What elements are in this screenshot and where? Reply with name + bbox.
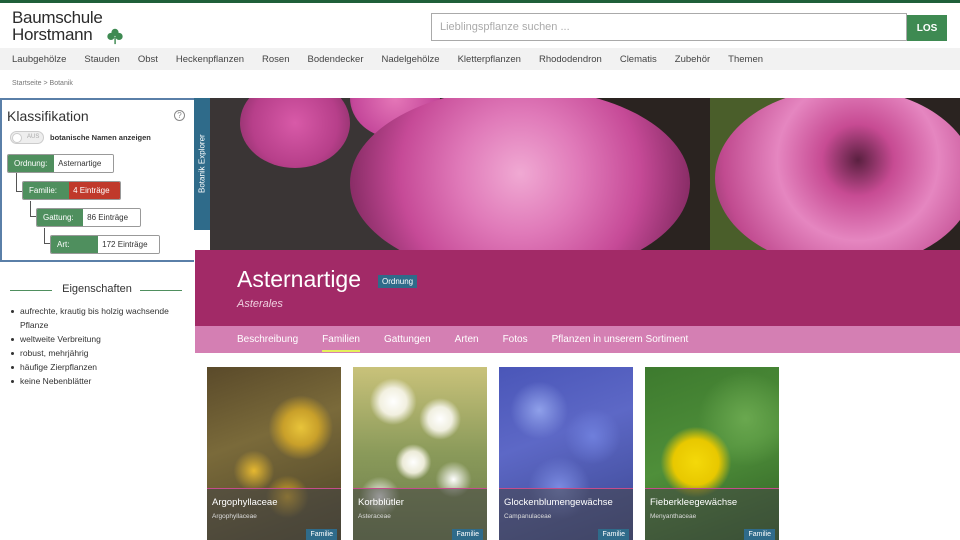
card-badge: Familie (598, 529, 629, 540)
family-card[interactable]: Argophyllaceae Argophyllaceae Familie (207, 367, 341, 540)
tree-row-familie[interactable]: Familie: 4 Einträge (22, 181, 121, 200)
card-scientific-name: Argophyllaceae (212, 513, 257, 520)
list-item: aufrechte, krautig bis holzig wachsende … (10, 304, 190, 332)
card-badge: Familie (306, 529, 337, 540)
tab-gattungen[interactable]: Gattungen (384, 334, 431, 345)
site-header: Baumschule Horstmann LOS (0, 3, 960, 48)
tree-value: Asternartige (54, 155, 113, 172)
title-band: Asternartige Ordnung Asterales (195, 250, 960, 326)
card-title: Glockenblumengewächse (504, 497, 613, 508)
family-card[interactable]: Glockenblumengewächse Campanulaceae Fami… (499, 367, 633, 540)
toggle-knob (12, 133, 22, 143)
classification-title: Klassifikation (7, 108, 89, 124)
tree-row-gattung[interactable]: Gattung: 86 Einträge (36, 208, 141, 227)
nav-item-clematis[interactable]: Clematis (620, 54, 657, 65)
tree-key: Familie: (23, 182, 70, 199)
tree-key: Ordnung: (8, 155, 55, 172)
logo-line-1: Baumschule (12, 8, 103, 27)
properties-title: Eigenschaften (62, 283, 132, 295)
card-scientific-name: Campanulaceae (504, 513, 552, 520)
list-item: häufige Zierpflanzen (10, 360, 190, 374)
nav-item-zubehoer[interactable]: Zubehör (675, 54, 710, 65)
logo[interactable]: Baumschule Horstmann (12, 8, 123, 47)
nav-item-obst[interactable]: Obst (138, 54, 158, 65)
card-scientific-name: Menyanthaceae (650, 513, 697, 520)
nav-item-nadelgehoelze[interactable]: Nadelgehölze (381, 54, 439, 65)
card-caption: Fieberkleegewächse Menyanthaceae Familie (645, 488, 779, 540)
nav-item-laubgehoelze[interactable]: Laubgehölze (12, 54, 66, 65)
main-nav: Laubgehölze Stauden Obst Heckenpflanzen … (0, 48, 960, 70)
properties-list: aufrechte, krautig bis holzig wachsende … (10, 304, 190, 388)
botanical-names-toggle[interactable]: AUS (10, 131, 44, 144)
nav-item-heckenpflanzen[interactable]: Heckenpflanzen (176, 54, 244, 65)
list-item: weltweite Verbreitung (10, 332, 190, 346)
card-title: Fieberkleegewächse (650, 497, 738, 508)
card-badge: Familie (452, 529, 483, 540)
nav-item-kletterpflanzen[interactable]: Kletterpflanzen (458, 54, 521, 65)
card-caption: Korbblütler Asteraceae Familie (353, 488, 487, 540)
scientific-name: Asterales (237, 298, 283, 310)
page-title: Asternartige (237, 266, 362, 292)
card-badge: Familie (744, 529, 775, 540)
rank-badge: Ordnung (378, 275, 418, 288)
search-box (431, 13, 907, 41)
classification-panel: Klassifikation ? AUS botanische Namen an… (0, 98, 194, 262)
clover-icon (107, 28, 123, 45)
card-title: Korbblütler (358, 497, 404, 508)
breadcrumb[interactable]: Startseite > Botanik (12, 80, 73, 87)
list-item: robust, mehrjährig (10, 346, 190, 360)
nav-item-stauden[interactable]: Stauden (84, 54, 119, 65)
tab-beschreibung[interactable]: Beschreibung (237, 334, 298, 345)
hero-image (210, 98, 960, 250)
tree-row-art[interactable]: Art: 172 Einträge (50, 235, 160, 254)
tab-arten[interactable]: Arten (455, 334, 479, 345)
nav-item-rhododendron[interactable]: Rhododendron (539, 54, 602, 65)
tab-sortiment[interactable]: Pflanzen in unserem Sortiment (552, 334, 689, 345)
search-button[interactable]: LOS (907, 15, 947, 41)
logo-line-2: Horstmann (12, 25, 93, 44)
card-scientific-name: Asteraceae (358, 513, 391, 520)
card-caption: Glockenblumengewächse Campanulaceae Fami… (499, 488, 633, 540)
nav-item-themen[interactable]: Themen (728, 54, 763, 65)
tree-key: Art: (51, 236, 99, 253)
tab-familien[interactable]: Familien (322, 334, 360, 352)
nav-item-bodendecker[interactable]: Bodendecker (308, 54, 364, 65)
toggle-label: botanische Namen anzeigen (50, 133, 151, 142)
flower-shape (350, 98, 690, 250)
tree-key: Gattung: (37, 209, 84, 226)
family-card[interactable]: Korbblütler Asteraceae Familie (353, 367, 487, 540)
tree-value: 172 Einträge (98, 236, 159, 253)
tree-value: 4 Einträge (69, 182, 120, 199)
card-title: Argophyllaceae (212, 497, 278, 508)
list-item: keine Nebenblätter (10, 374, 190, 388)
nav-item-rosen[interactable]: Rosen (262, 54, 289, 65)
content-tabs: Beschreibung Familien Gattungen Arten Fo… (195, 326, 960, 353)
search-input[interactable] (432, 14, 906, 40)
card-caption: Argophyllaceae Argophyllaceae Familie (207, 488, 341, 540)
help-icon[interactable]: ? (174, 110, 185, 121)
tree-value: 86 Einträge (83, 209, 140, 226)
toggle-state-text: AUS (27, 134, 40, 140)
botanik-explorer-tab[interactable]: Botanik Explorer (194, 98, 210, 230)
tab-fotos[interactable]: Fotos (503, 334, 528, 345)
flower-shape (715, 98, 960, 250)
family-card[interactable]: Fieberkleegewächse Menyanthaceae Familie (645, 367, 779, 540)
tree-row-ordnung[interactable]: Ordnung: Asternartige (7, 154, 114, 173)
